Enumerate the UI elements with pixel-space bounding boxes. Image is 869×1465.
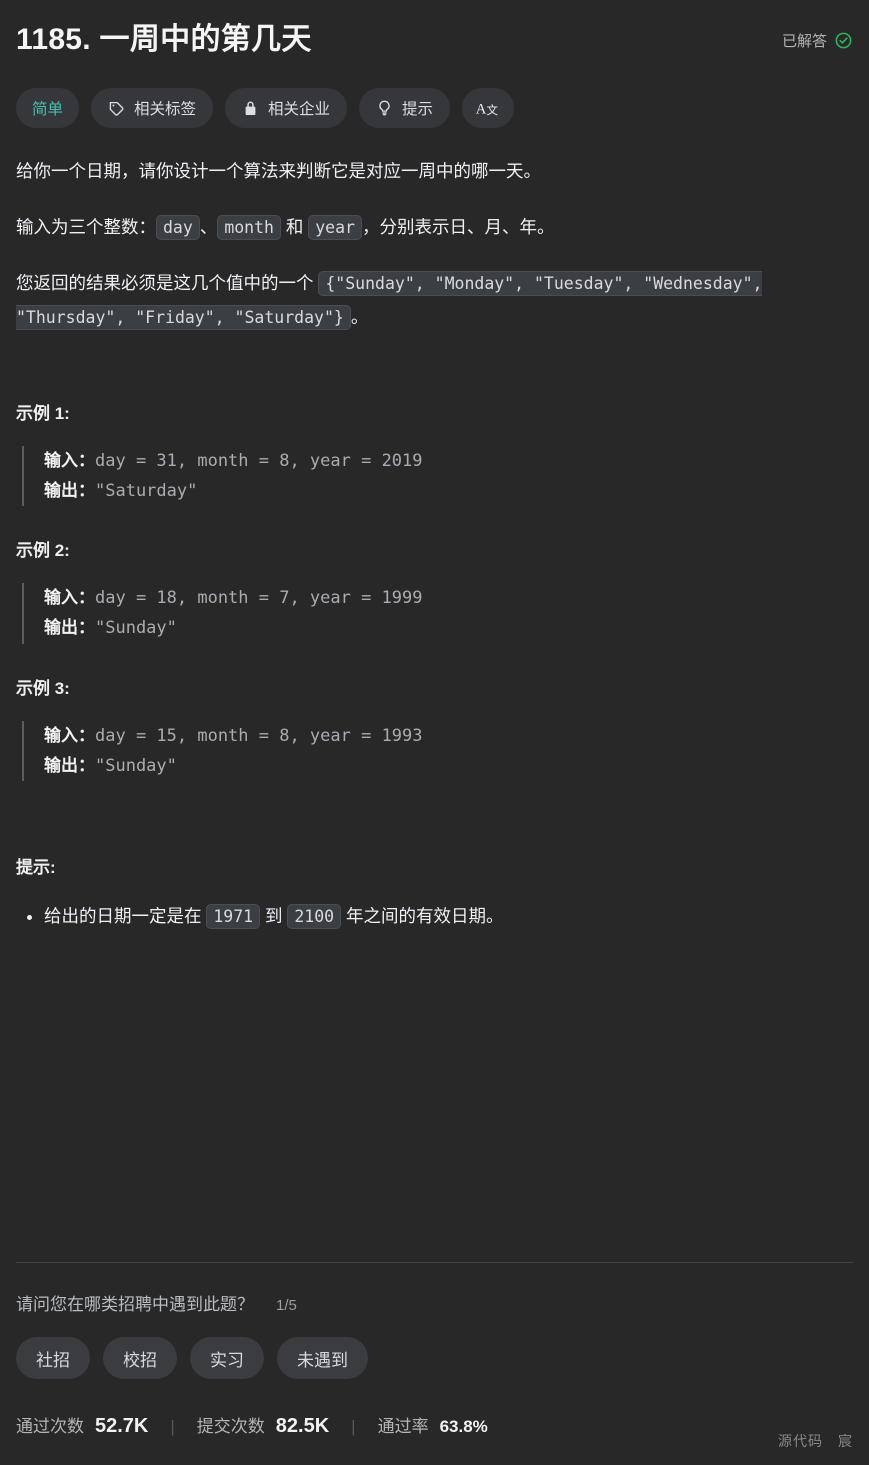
- difficulty-easy-pill[interactable]: 简单: [16, 88, 80, 128]
- example-3-input: 输入：day = 15, month = 8, year = 1993: [44, 721, 853, 751]
- example-2-output-label: 输出：: [44, 618, 95, 638]
- example-3-input-value: day = 15, month = 8, year = 1993: [95, 725, 423, 746]
- code-chip-day: day: [156, 215, 200, 241]
- hint-prefix: 给出的日期一定是在: [44, 906, 207, 927]
- code-chip-month: month: [217, 215, 281, 241]
- translate-icon: A 文: [475, 97, 501, 119]
- code-chip-year-min: 1971: [206, 904, 261, 930]
- svg-text:A: A: [476, 101, 487, 117]
- example-1-input: 输入：day = 31, month = 8, year = 2019: [44, 446, 853, 476]
- stat-acceptance-rate: 通过率 63.8%: [378, 1412, 488, 1437]
- tag-icon: [108, 100, 125, 117]
- related-tags-label: 相关标签: [134, 101, 197, 118]
- solved-label: 已解答: [781, 32, 827, 50]
- stat-acceptance-rate-value: 63.8%: [439, 1417, 488, 1436]
- stat-submissions-value: 82.5K: [275, 1415, 330, 1437]
- example-2-output: 输出："Sunday": [44, 613, 853, 643]
- example-3-output-value: "Sunday": [95, 755, 177, 776]
- translate-pill[interactable]: A 文: [462, 88, 515, 128]
- spacer-before-hints: [16, 811, 853, 853]
- survey-option-xiaozhao[interactable]: 校招: [103, 1337, 177, 1379]
- code-chip-year: year: [308, 215, 362, 241]
- related-companies-label: 相关企业: [268, 101, 331, 118]
- survey-question: 请问您在哪类招聘中遇到此题？: [16, 1295, 254, 1314]
- desc2-suffix: ，分别表示日、月、年。: [361, 217, 555, 238]
- lightbulb-icon: [376, 99, 393, 117]
- example-1-output-value: "Saturday": [95, 480, 198, 501]
- hint-mid: 到: [260, 906, 288, 927]
- survey-counter: 1/5: [276, 1297, 297, 1314]
- desc3-suffix: 。: [350, 307, 369, 328]
- problem-header: 1185. 一周中的第几天 已解答: [16, 16, 853, 58]
- description-paragraph-1: 给你一个日期，请你设计一个算法来判断它是对应一周中的哪一天。: [16, 161, 541, 181]
- difficulty-label: 简单: [32, 101, 64, 118]
- example-1-output: 输出："Saturday": [44, 476, 853, 506]
- stat-accepted-value: 52.7K: [95, 1415, 149, 1437]
- example-3-output-label: 输出：: [44, 755, 95, 775]
- section-divider: [16, 1262, 853, 1263]
- related-companies-pill[interactable]: 相关企业: [225, 88, 348, 128]
- stat-separator: |: [170, 1417, 175, 1436]
- example-3-input-label: 输入：: [44, 725, 95, 745]
- example-2-input-label: 输入：: [44, 588, 95, 608]
- hints-section-title: 提示:: [16, 858, 56, 878]
- description-paragraph-3: 您返回的结果必须是这几个值中的一个 {"Sunday", "Monday", "…: [16, 266, 853, 334]
- example-2-input-value: day = 18, month = 7, year = 1999: [95, 588, 423, 609]
- hint-suffix: 年之间的有效日期。: [341, 906, 504, 927]
- example-1-block: 输入：day = 31, month = 8, year = 2019 输出："…: [22, 445, 853, 507]
- related-tags-pill[interactable]: 相关标签: [91, 88, 214, 128]
- survey-option-shezhao[interactable]: 社招: [16, 1337, 90, 1379]
- desc3-prefix: 您返回的结果必须是这几个值中的一个: [16, 273, 319, 294]
- svg-text:文: 文: [487, 103, 499, 117]
- example-3-output: 输出："Sunday": [44, 751, 853, 781]
- spacer-before-examples: [16, 357, 853, 399]
- example-2-output-value: "Sunday": [95, 618, 177, 639]
- example-3-title: 示例 3:: [16, 678, 70, 698]
- stat-acceptance-rate-label: 通过率: [377, 1417, 429, 1436]
- example-2-input: 输入：day = 18, month = 7, year = 1999: [44, 583, 853, 613]
- hints-label: 提示: [402, 101, 434, 118]
- stat-submissions-label: 提交次数: [196, 1417, 265, 1436]
- watermark: 源代码 宸: [778, 1433, 853, 1449]
- hints-list: 给出的日期一定是在 1971 到 2100 年之间的有效日期。: [16, 900, 853, 933]
- stat-accepted-label: 通过次数: [16, 1417, 84, 1436]
- lock-icon: [242, 100, 259, 117]
- hint-item: 给出的日期一定是在 1971 到 2100 年之间的有效日期。: [44, 900, 853, 933]
- stat-separator: |: [351, 1417, 356, 1436]
- description-paragraph-2: 输入为三个整数： day、 month 和 year ，分别表示日、月、年。: [16, 210, 853, 244]
- solved-status: 已解答: [782, 30, 853, 51]
- example-2-block: 输入：day = 18, month = 7, year = 1999 输出："…: [22, 583, 853, 644]
- desc2-mid1: 、: [199, 217, 218, 238]
- example-1-input-value: day = 31, month = 8, year = 2019: [95, 450, 423, 471]
- desc2-mid2: 和: [280, 217, 309, 238]
- example-2-title: 示例 2:: [16, 541, 70, 561]
- example-3-block: 输入：day = 15, month = 8, year = 1993 输出："…: [22, 720, 853, 782]
- survey-option-shixi[interactable]: 实习: [190, 1337, 264, 1379]
- hints-pill[interactable]: 提示: [359, 88, 451, 128]
- tag-pill-row: 简单 相关标签 相关企业 提示 A 文: [16, 88, 853, 128]
- example-1-title: 示例 1:: [16, 403, 70, 423]
- example-1-input-label: 输入：: [44, 450, 95, 470]
- desc2-prefix: 输入为三个整数：: [16, 217, 156, 238]
- problem-page: 1185. 一周中的第几天 已解答 简单 相关标签 相关企业 提示 A 文 给你…: [0, 0, 869, 1465]
- stats-bar: 通过次数 52.7K | 提交次数 82.5K | 通过率 63.8%: [16, 1412, 488, 1438]
- example-1-output-label: 输出：: [44, 480, 95, 500]
- code-chip-year-max: 2100: [287, 904, 342, 930]
- page-title: 1185. 一周中的第几天: [16, 23, 312, 56]
- survey-question-row: 请问您在哪类招聘中遇到此题？ 1/5: [16, 1290, 853, 1315]
- stat-submissions: 提交次数 82.5K: [197, 1412, 329, 1438]
- survey-options: 社招 校招 实习 未遇到: [16, 1337, 853, 1379]
- stat-accepted: 通过次数 52.7K: [16, 1412, 148, 1438]
- survey-option-weiyudao[interactable]: 未遇到: [277, 1337, 368, 1379]
- survey-section: 请问您在哪类招聘中遇到此题？ 1/5 社招 校招 实习 未遇到: [16, 1290, 853, 1379]
- problem-description: 给你一个日期，请你设计一个算法来判断它是对应一周中的哪一天。 输入为三个整数： d…: [16, 154, 853, 933]
- check-circle-icon: [834, 31, 853, 50]
